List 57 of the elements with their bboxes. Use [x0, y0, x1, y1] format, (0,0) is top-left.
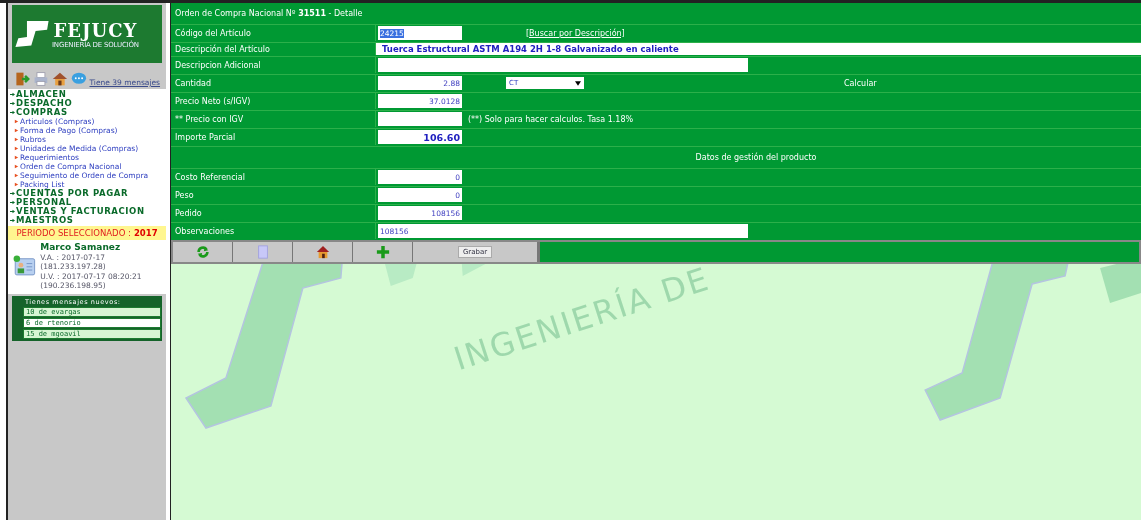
field-label: Descripcion Adicional	[171, 57, 376, 73]
form-title: Orden de Compra Nacional Nº 31511 - Detalle	[174, 7, 364, 20]
logo-icon	[14, 18, 50, 50]
arrow-bullet-icon	[14, 128, 19, 133]
arrow-bullet-icon	[14, 137, 19, 142]
menu-category[interactable]: MAESTROS	[16, 216, 74, 225]
user-name: Marco Samanez	[40, 243, 122, 253]
field-label: Pedido	[171, 205, 376, 221]
arrow-bullet-icon	[14, 173, 19, 178]
search-link[interactable]: [Buscar por Descripción]	[526, 28, 625, 38]
arrow-bullet-icon	[14, 146, 19, 151]
home-icon[interactable]	[51, 71, 68, 87]
caret-icon	[575, 80, 581, 86]
menu-category[interactable]: COMPRAS	[16, 108, 68, 117]
arrow-bullet-icon	[10, 92, 15, 97]
field-label: Precio Neto (s/IGV)	[171, 93, 376, 109]
field-label: Peso	[171, 187, 376, 203]
logo-name: FEJUCY	[53, 19, 138, 41]
refresh-button[interactable]	[173, 242, 233, 262]
home-button[interactable]	[293, 242, 353, 262]
field-label: Observaciones	[171, 223, 376, 239]
input-field[interactable]: 106.60	[378, 130, 462, 144]
note-text: (**) Solo para hacer calculos. Tasa 1.18%	[468, 114, 634, 124]
period-year: 2017	[133, 228, 158, 238]
input-field[interactable]	[378, 58, 748, 72]
menu-category[interactable]: ALMACEN	[16, 90, 67, 99]
menu-category[interactable]: CUENTAS POR PAGAR	[16, 189, 129, 198]
arrow-bullet-icon	[14, 182, 19, 187]
arrow-bullet-icon	[14, 155, 19, 160]
arrow-bullet-icon	[14, 164, 19, 169]
arrow-bullet-icon	[14, 119, 19, 124]
field-label: Importe Parcial	[171, 129, 376, 145]
menu-category[interactable]: PERSONAL	[16, 198, 72, 207]
exit-door-icon[interactable]	[14, 71, 30, 87]
refresh-icon	[195, 245, 210, 259]
description-text: Tuerca Estructural ASTM A194 2H 1-8 Galvanizado en caliente	[376, 43, 1141, 55]
section-heading: Datos de gestión del producto	[694, 152, 817, 162]
calculate-link[interactable]: Calcular	[844, 78, 877, 88]
plus-icon	[375, 245, 390, 259]
menu-category[interactable]: VENTAS Y FACTURACION	[16, 207, 145, 216]
arrow-bullet-icon	[10, 200, 15, 205]
arrow-bullet-icon	[10, 110, 15, 115]
user-card-icon	[12, 253, 37, 279]
arrow-bullet-icon	[10, 101, 15, 106]
arrow-bullet-icon	[10, 191, 15, 196]
field-label: Costo Referencial	[171, 169, 376, 185]
home-icon	[315, 245, 330, 259]
arrow-bullet-icon	[10, 209, 15, 214]
arrow-bullet-icon	[10, 218, 15, 223]
menu-category[interactable]: DESPACHO	[16, 99, 73, 108]
add-button[interactable]	[353, 242, 413, 262]
document-icon	[255, 245, 270, 259]
period-label: PERIODO SELECCIONADO :	[16, 228, 131, 238]
field-label: Código del Artículo	[171, 25, 376, 41]
input-field[interactable]	[378, 112, 462, 126]
field-label: Cantidad	[171, 75, 376, 91]
field-label: ** Precio con IGV	[171, 111, 376, 127]
